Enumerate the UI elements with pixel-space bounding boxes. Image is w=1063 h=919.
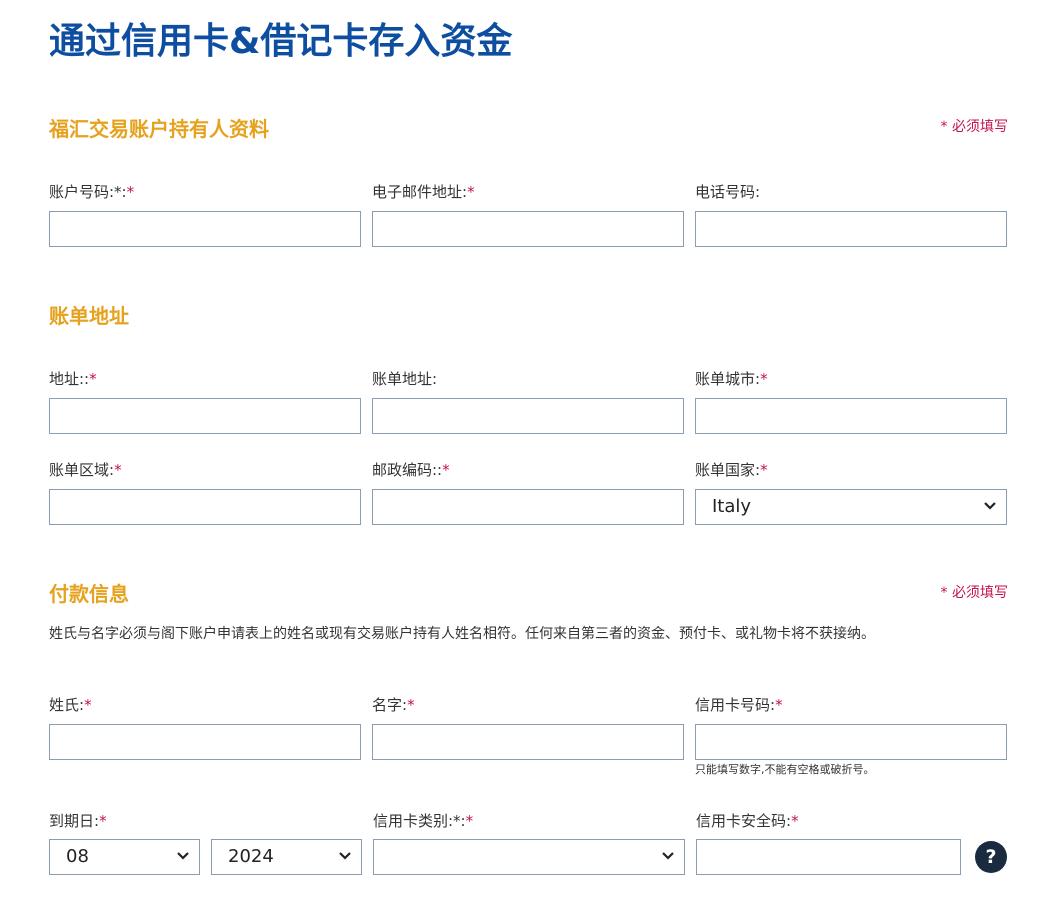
billing-city-label: 账单城市:* xyxy=(695,370,768,388)
payment-note: 姓氏与名字必须与阁下账户申请表上的姓名或现有交易账户持有人姓名相符。任何来自第三… xyxy=(49,626,875,642)
expiry-year-select[interactable]: 2024 xyxy=(211,839,362,875)
billing-country-select[interactable]: Italy xyxy=(695,489,1007,525)
card-type-select[interactable] xyxy=(373,839,685,875)
chevron-down-icon xyxy=(662,852,674,860)
cvv-label: 信用卡安全码:* xyxy=(696,812,799,830)
section-title-account: 福汇交易账户持有人资料 xyxy=(49,117,269,141)
card-number-label: 信用卡号码:* xyxy=(695,696,783,714)
chevron-down-icon xyxy=(177,852,189,860)
billing-region-label: 账单区域:* xyxy=(49,461,122,479)
billing-address-input[interactable] xyxy=(372,398,684,434)
postal-code-label: 邮政编码::* xyxy=(372,461,450,479)
expiry-month-select[interactable]: 08 xyxy=(49,839,200,875)
expiry-month-value: 08 xyxy=(66,846,89,867)
billing-address-label: 账单地址: xyxy=(372,370,438,388)
billing-region-input[interactable] xyxy=(49,489,361,525)
last-name-label: 姓氏:* xyxy=(49,696,92,714)
required-note: * 必须填写 xyxy=(940,119,1008,135)
email-label: 电子邮件地址:* xyxy=(372,183,475,201)
billing-country-label: 账单国家:* xyxy=(695,461,768,479)
account-number-label: 账户号码:*:* xyxy=(49,183,135,201)
billing-city-input[interactable] xyxy=(695,398,1007,434)
card-number-hint: 只能填写数字,不能有空格或破折号。 xyxy=(695,763,875,776)
phone-input[interactable] xyxy=(695,211,1007,247)
chevron-down-icon xyxy=(339,852,351,860)
card-type-label: 信用卡类别:*:* xyxy=(373,812,474,830)
first-name-input[interactable] xyxy=(372,724,684,760)
section-title-payment: 付款信息 xyxy=(49,582,129,606)
address-label: 地址::* xyxy=(49,370,97,388)
card-number-input[interactable] xyxy=(695,724,1007,760)
postal-code-input[interactable] xyxy=(372,489,684,525)
account-number-input[interactable] xyxy=(49,211,361,247)
required-note-payment: * 必须填写 xyxy=(940,585,1008,601)
chevron-down-icon xyxy=(984,502,996,510)
question-mark-icon[interactable]: ? xyxy=(975,841,1007,873)
expiry-year-value: 2024 xyxy=(228,846,274,867)
page-title: 通过信用卡&借记卡存入资金 xyxy=(49,21,513,62)
email-input[interactable] xyxy=(372,211,684,247)
first-name-label: 名字:* xyxy=(372,696,415,714)
cvv-input[interactable] xyxy=(696,839,961,875)
address-input[interactable] xyxy=(49,398,361,434)
expiry-label: 到期日:* xyxy=(49,812,107,830)
phone-label: 电话号码: xyxy=(695,183,761,201)
last-name-input[interactable] xyxy=(49,724,361,760)
billing-country-value: Italy xyxy=(712,496,752,517)
section-title-billing: 账单地址 xyxy=(49,304,129,328)
